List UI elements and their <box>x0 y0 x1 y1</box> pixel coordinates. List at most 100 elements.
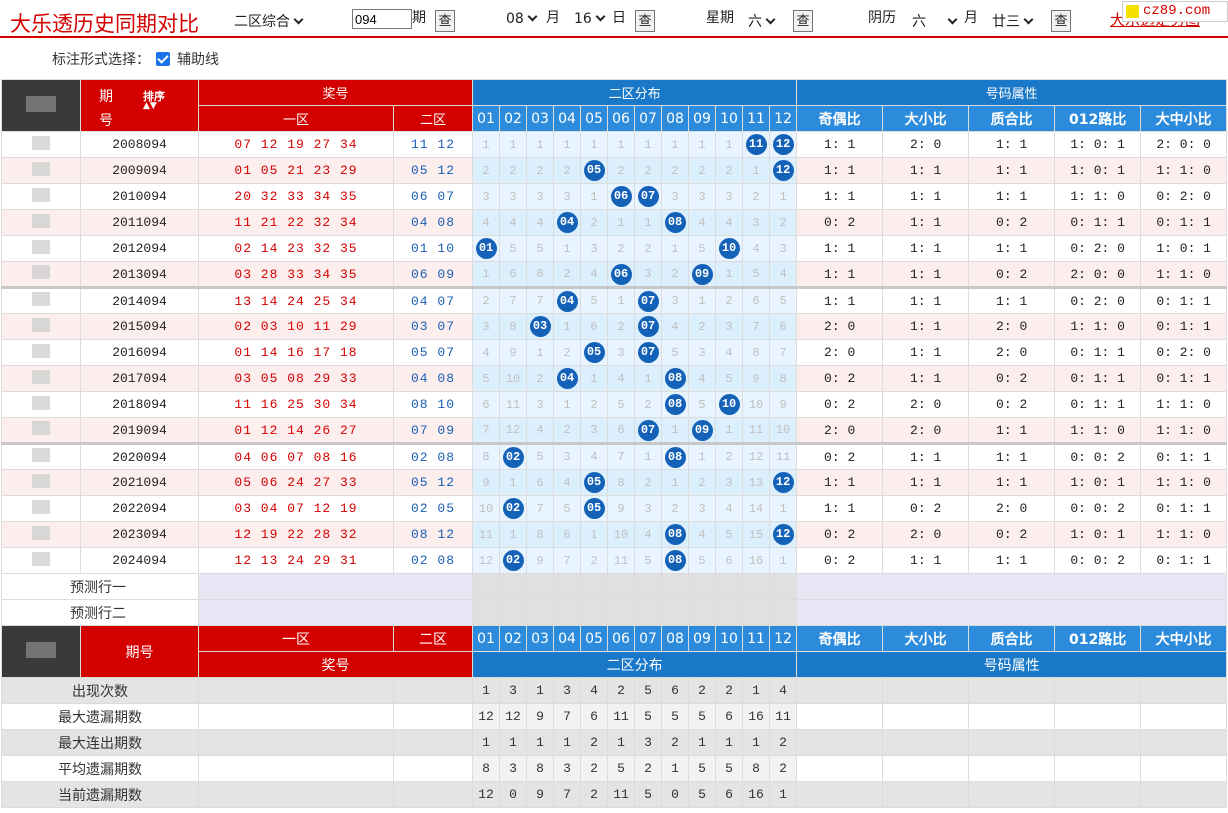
row-marker <box>1 261 81 289</box>
guide-line-label[interactable]: 辅助线 <box>177 52 219 68</box>
guide-line-checkbox[interactable] <box>156 52 170 66</box>
zone-select[interactable]: 二区综合 <box>234 11 304 31</box>
prediction-dist-cell[interactable] <box>661 599 690 626</box>
prediction-dist-cell[interactable] <box>715 599 744 626</box>
dist-hit-cell: 04 <box>553 287 582 314</box>
dist-miss-cell: 5 <box>688 391 717 418</box>
prediction-dist-cell[interactable] <box>688 599 717 626</box>
query-date-button[interactable]: 查 <box>635 10 655 32</box>
prediction-dist-cell[interactable] <box>499 573 528 600</box>
hit-ball: 02 <box>502 550 524 571</box>
dist-miss-cell: 3 <box>769 235 798 262</box>
dist-miss-cell: 1 <box>499 521 528 548</box>
attr-cell: 2: 0 <box>882 131 970 158</box>
stat-value: 11 <box>607 703 636 730</box>
dist-miss-cell: 5 <box>580 287 609 314</box>
dist-miss-cell: 1 <box>688 443 717 470</box>
prediction-label[interactable]: 预测行一 <box>1 573 199 600</box>
attr-cell: 1: 1 <box>882 547 970 574</box>
dist-miss-cell: 4 <box>742 235 771 262</box>
attr-cell: 1: 1 <box>968 183 1056 210</box>
prediction-dist-cell[interactable] <box>526 573 555 600</box>
prediction-dist-cell[interactable] <box>526 599 555 626</box>
prediction-dist-cell[interactable] <box>688 573 717 600</box>
table-row: 2024094 12 13 24 29 31 02 08 12 02 9 7 2 11 5 08 5 6… <box>1 547 1228 574</box>
prediction-dist-cell[interactable] <box>769 573 798 600</box>
hit-ball: 07 <box>637 290 659 312</box>
stat-value: 3 <box>499 677 528 704</box>
stat-value: 12 <box>472 781 501 808</box>
issue-input[interactable] <box>352 9 412 29</box>
dist-miss-cell: 1 <box>634 209 663 236</box>
day-select[interactable]: 16 <box>574 11 606 27</box>
query-issue-button[interactable]: 查 <box>435 10 455 32</box>
query-weekday-button[interactable]: 查 <box>793 10 813 32</box>
dist-miss-cell: 5 <box>499 235 528 262</box>
row-marker <box>1 443 81 470</box>
prediction-dist-cell[interactable] <box>472 599 501 626</box>
blurred-logo <box>26 641 56 658</box>
prediction-attr <box>796 573 1228 600</box>
prediction-input[interactable] <box>197 573 474 600</box>
prediction-dist-cell[interactable] <box>769 599 798 626</box>
prediction-dist-cell[interactable] <box>661 573 690 600</box>
lunar-month-select[interactable]: 六 <box>912 11 958 31</box>
dist-miss-cell: 3 <box>742 209 771 236</box>
dist-col-06: 06 <box>607 105 636 132</box>
blurred-image <box>32 161 50 176</box>
dist-miss-cell: 2 <box>553 261 582 289</box>
prediction-dist-cell[interactable] <box>742 573 771 600</box>
day-unit: 日 <box>612 10 626 26</box>
attr-col-3: 质合比 <box>968 105 1056 132</box>
attr-header: 号码属性 <box>796 79 1228 106</box>
dist-miss-cell: 4 <box>634 521 663 548</box>
lunar-day-select[interactable]: 廿三 <box>992 11 1034 31</box>
prediction-label[interactable]: 预测行二 <box>1 599 199 626</box>
row-marker <box>1 287 81 314</box>
dist-col-05: 05 <box>580 105 609 132</box>
stat-value: 12 <box>499 703 528 730</box>
dist-miss-cell: 8 <box>607 469 636 496</box>
stat-value: 12 <box>472 703 501 730</box>
row-marker <box>1 339 81 366</box>
dist-miss-cell: 2 <box>607 157 636 184</box>
prediction-dist-cell[interactable] <box>715 573 744 600</box>
prediction-dist-cell[interactable] <box>634 599 663 626</box>
attr-cell: 1: 0: 1 <box>1054 469 1142 496</box>
table-row: 2010094 20 32 33 34 35 06 07 3 3 3 3 1 06 07 3 3 3 2 1… <box>1 183 1228 210</box>
attr-cell: 1: 1 <box>882 287 970 314</box>
attr-cell: 2: 0 <box>968 495 1056 522</box>
prediction-dist-cell[interactable] <box>580 573 609 600</box>
stat-value: 8 <box>742 755 771 782</box>
query-lunar-button[interactable]: 查 <box>1051 10 1071 32</box>
prediction-dist-cell[interactable] <box>553 599 582 626</box>
attr-col-footer: 大中小比 <box>1140 625 1228 652</box>
prediction-dist-cell[interactable] <box>499 599 528 626</box>
prediction-dist-cell[interactable] <box>607 573 636 600</box>
dist-miss-cell: 1 <box>769 183 798 210</box>
prediction-dist-cell[interactable] <box>742 599 771 626</box>
period-header[interactable]: 期 号 排序 ▲▼ <box>80 79 199 132</box>
dist-miss-cell: 1 <box>526 339 555 366</box>
hit-ball: 04 <box>556 290 578 312</box>
dist-miss-cell: 14 <box>742 495 771 522</box>
prediction-dist-cell[interactable] <box>634 573 663 600</box>
prediction-dist-cell[interactable] <box>553 573 582 600</box>
weekday-select[interactable]: 六 <box>748 11 776 31</box>
prediction-input[interactable] <box>197 599 474 626</box>
attr-cell: 0: 1: 1 <box>1054 339 1142 366</box>
dist-miss-cell: 1 <box>607 209 636 236</box>
stat-value: 5 <box>607 755 636 782</box>
row-marker <box>1 469 81 496</box>
hit-ball: 05 <box>583 472 605 493</box>
chevron-down-icon <box>595 11 606 22</box>
prediction-dist-cell[interactable] <box>580 599 609 626</box>
sort-arrows-icon[interactable]: ▲▼ <box>143 101 157 110</box>
dist-miss-cell: 4 <box>526 209 555 236</box>
prediction-dist-cell[interactable] <box>472 573 501 600</box>
chevron-down-icon <box>765 14 776 25</box>
month-select[interactable]: 08 <box>506 11 538 27</box>
dist-miss-cell: 10 <box>472 495 501 522</box>
prediction-dist-cell[interactable] <box>607 599 636 626</box>
attr-cell: 2: 0 <box>796 313 884 340</box>
